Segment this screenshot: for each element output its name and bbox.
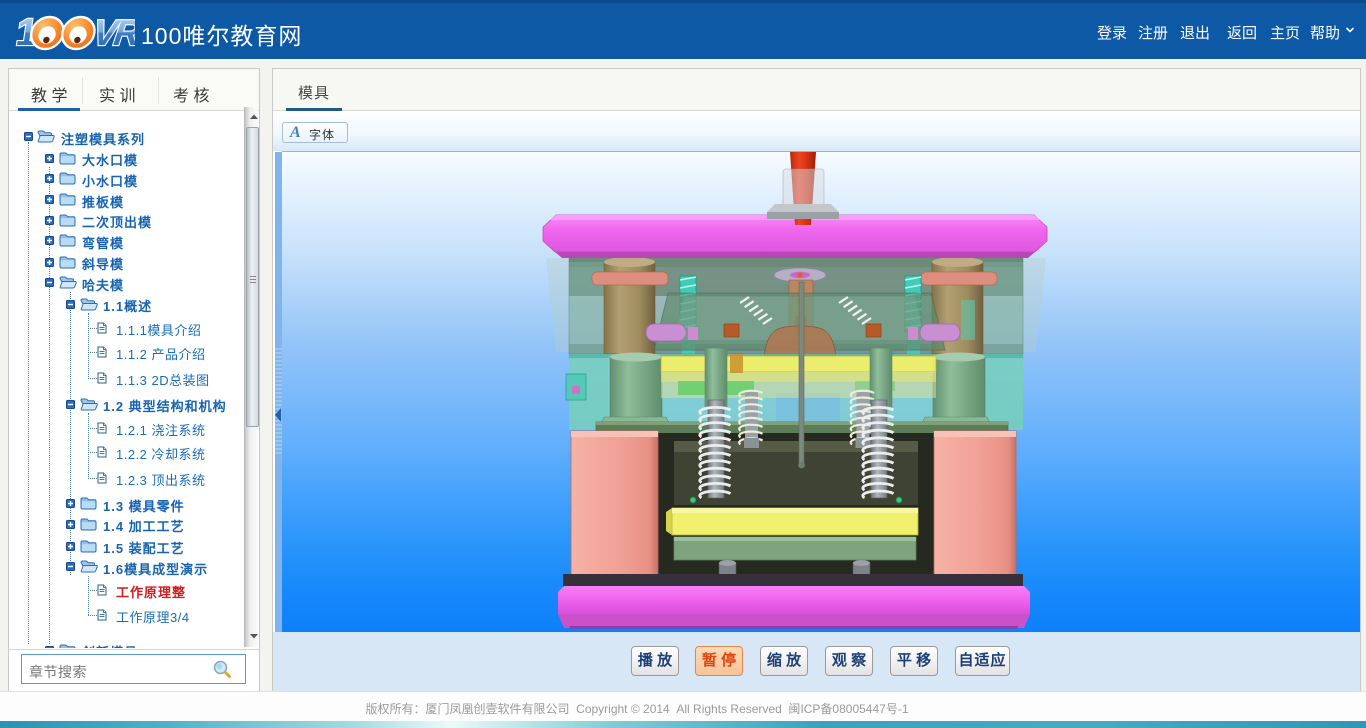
svg-text:VR: VR — [91, 12, 135, 53]
